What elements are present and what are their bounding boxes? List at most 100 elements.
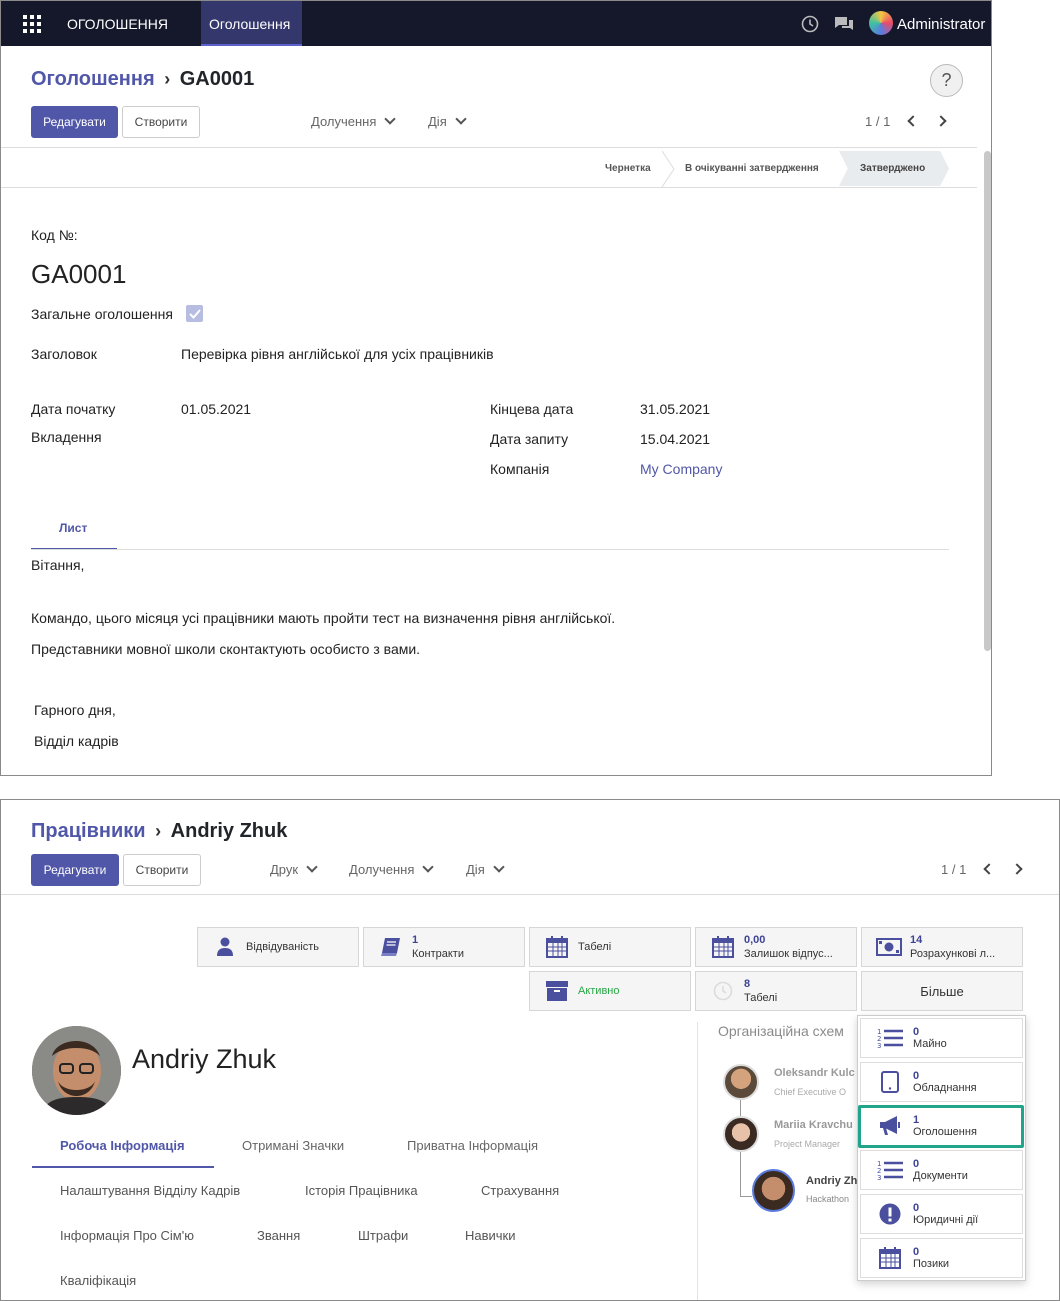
breadcrumb-parent[interactable]: Працівники — [31, 820, 146, 842]
breadcrumb-current: GA0001 — [179, 68, 255, 90]
attachments-dropdown[interactable]: Долучення — [311, 113, 397, 129]
breadcrumb-parent[interactable]: Оголошення — [31, 68, 155, 90]
archive-icon — [546, 981, 568, 1001]
timesheets-count-button[interactable]: 8 Табелі — [695, 971, 857, 1011]
ranks-link[interactable]: Звання — [257, 1228, 300, 1243]
hr-settings-link[interactable]: Налаштування Відділу Кадрів — [60, 1183, 240, 1198]
apps-grid-icon[interactable] — [23, 15, 41, 33]
legal-actions-button[interactable]: 0 Юридичні дії — [860, 1194, 1023, 1234]
edit-button[interactable]: Редагувати — [31, 106, 118, 138]
timesheets-label: Табелі — [578, 941, 612, 953]
svg-text:3: 3 — [877, 1042, 881, 1049]
timesheets-count-label: Табелі — [744, 991, 778, 1004]
edit-button[interactable]: Редагувати — [31, 854, 119, 886]
avatar[interactable] — [723, 1116, 759, 1152]
avatar[interactable] — [752, 1169, 795, 1212]
letter-line: Гарного дня, — [34, 702, 116, 718]
pager-value: 1 / 1 — [865, 114, 891, 129]
employee-name: Andriy Zhuk — [132, 1044, 277, 1074]
check-icon — [188, 308, 201, 319]
print-label: Друк — [270, 862, 299, 877]
contracts-label: Контракти — [412, 947, 464, 960]
employee-history-link[interactable]: Історія Працівника — [305, 1183, 418, 1198]
tablet-icon — [881, 1071, 899, 1093]
breadcrumb: Працівники › Andriy Zhuk — [31, 820, 287, 843]
create-button[interactable]: Створити — [123, 854, 201, 886]
org-chart-divider — [697, 1022, 698, 1300]
family-info-link[interactable]: Інформація Про Сім'ю — [60, 1228, 194, 1243]
penalties-link[interactable]: Штрафи — [358, 1228, 408, 1243]
action-dropdown[interactable]: Дія — [466, 861, 505, 877]
org-person-name[interactable]: Mariia Kravchu — [774, 1119, 853, 1131]
money-icon — [876, 938, 902, 956]
pager-value: 1 / 1 — [941, 862, 967, 877]
action-dropdown[interactable]: Дія — [428, 113, 467, 129]
request-date-value: 15.04.2021 — [640, 431, 711, 447]
help-button[interactable]: ? — [930, 64, 963, 97]
user-name[interactable]: Administrator — [897, 16, 985, 33]
pager-prev-icon[interactable] — [907, 115, 919, 127]
payslips-button[interactable]: 14 Розрахункові л... — [861, 927, 1023, 967]
loans-button[interactable]: 0 Позики — [860, 1238, 1023, 1278]
org-person-name[interactable]: Andriy Zh — [806, 1175, 857, 1187]
active-label: Активно — [578, 985, 620, 997]
app-title[interactable]: ОГОЛОШЕННЯ — [67, 16, 168, 32]
timesheets-button[interactable]: Табелі — [529, 927, 691, 967]
avatar[interactable] — [869, 11, 893, 35]
subject-value: Перевірка рівня англійської для усіх пра… — [181, 346, 494, 362]
active-toggle-button[interactable]: Активно — [529, 971, 691, 1011]
print-dropdown[interactable]: Друк — [270, 861, 318, 877]
book-icon — [381, 938, 400, 956]
pager-next-icon[interactable] — [935, 115, 947, 127]
pager-next-icon[interactable] — [1011, 863, 1023, 875]
avatar[interactable] — [723, 1064, 759, 1100]
code-value: GA0001 — [31, 259, 127, 289]
org-person-name[interactable]: Oleksandr Kulc — [774, 1067, 855, 1079]
contracts-button[interactable]: 1 Контракти — [363, 927, 525, 967]
stage-draft[interactable]: Чернетка — [605, 153, 651, 183]
skills-link[interactable]: Навички — [465, 1228, 516, 1243]
calendar-icon — [546, 936, 568, 958]
tab-underline — [32, 1166, 214, 1168]
attendance-button[interactable]: Відвідуваність — [197, 927, 359, 967]
svg-text:3: 3 — [877, 1174, 881, 1181]
tab-letter[interactable]: Лист — [59, 521, 87, 535]
tab-work-info[interactable]: Робоча Інформація — [60, 1138, 185, 1153]
clock-icon — [713, 981, 733, 1001]
list-numbered-icon: 123 — [877, 1160, 903, 1181]
org-person-role: Hackathon — [806, 1194, 850, 1204]
end-date-label: Кінцева дата — [490, 401, 574, 417]
stage-approved[interactable]: Затверджено — [860, 153, 925, 183]
alert-icon — [879, 1203, 901, 1225]
equipment-count: 0 — [913, 1070, 920, 1082]
loans-count: 0 — [913, 1246, 920, 1258]
scrollbar[interactable] — [984, 151, 991, 651]
equipment-button[interactable]: 0 Обладнання — [860, 1062, 1023, 1102]
chevron-down-icon — [493, 861, 505, 873]
attachments-dropdown[interactable]: Долучення — [349, 861, 435, 877]
general-checkbox[interactable] — [186, 305, 203, 322]
tab-private-info[interactable]: Приватна Інформація — [407, 1138, 538, 1153]
pager-prev-icon[interactable] — [983, 863, 995, 875]
create-button[interactable]: Створити — [122, 106, 200, 138]
equipment-label: Обладнання — [913, 1082, 977, 1094]
more-label: Більше — [920, 983, 964, 999]
attendance-label: Відвідуваність — [246, 941, 320, 953]
assets-button[interactable]: 123 0 Майно — [860, 1018, 1023, 1058]
stage-separator-icon — [661, 151, 675, 187]
insurance-link[interactable]: Страхування — [481, 1183, 559, 1198]
stage-pending[interactable]: В очікуванні затвердження — [685, 153, 819, 183]
chat-icon[interactable] — [834, 16, 854, 34]
qualifications-link[interactable]: Кваліфікація — [60, 1273, 136, 1288]
employee-photo[interactable] — [32, 1026, 121, 1115]
more-button[interactable]: Більше — [861, 971, 1023, 1011]
menu-item-label: Оголошення — [209, 16, 291, 32]
company-link[interactable]: My Company — [640, 461, 722, 477]
leave-balance-button[interactable]: 0,00 Залишок відпус... — [695, 927, 857, 967]
clock-icon[interactable] — [801, 15, 819, 33]
letter-line: Командо, цього місяця усі працівники маю… — [31, 610, 616, 626]
menu-item-announcements[interactable]: Оголошення — [201, 1, 302, 46]
documents-button[interactable]: 123 0 Документи — [860, 1150, 1023, 1190]
tab-badges[interactable]: Отримані Значки — [242, 1138, 344, 1153]
top-navbar: ОГОЛОШЕННЯ Оголошення Administrator — [1, 1, 991, 46]
